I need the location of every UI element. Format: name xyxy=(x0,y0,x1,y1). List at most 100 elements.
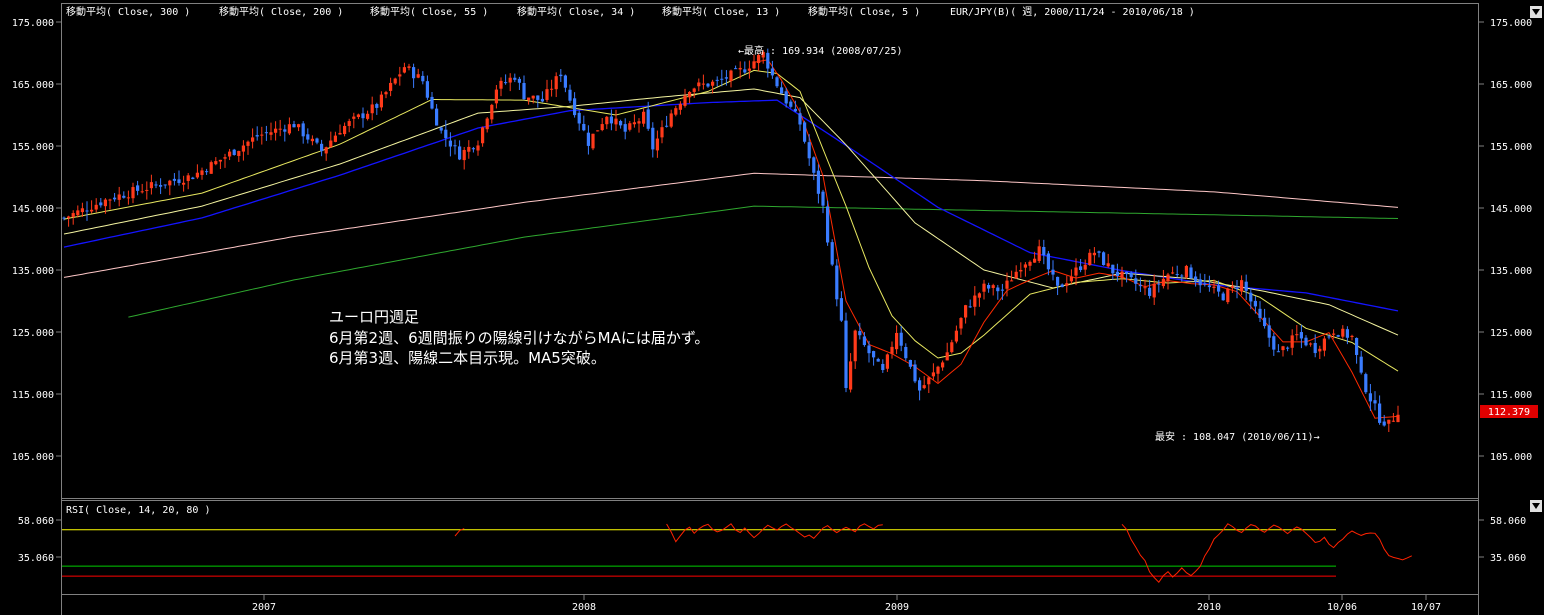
y-tick-label: 165.000 xyxy=(1490,80,1532,91)
main-panel-frame xyxy=(61,3,1479,499)
candle-body xyxy=(839,298,843,321)
candle-body xyxy=(1148,287,1152,296)
candle-body xyxy=(715,79,719,81)
candle-body xyxy=(1244,281,1248,291)
rsi-tick-label: 58.060 xyxy=(18,516,54,527)
y-tick-label: 175.000 xyxy=(12,18,54,29)
candle-body xyxy=(1106,263,1110,267)
candle-body xyxy=(1382,421,1386,426)
candle-body xyxy=(1226,288,1230,303)
candle-body xyxy=(389,82,393,91)
candle-body xyxy=(1019,269,1023,272)
candle-body xyxy=(444,129,448,139)
candle-body xyxy=(508,77,512,83)
candle-body xyxy=(872,351,876,358)
candle-body xyxy=(186,175,190,181)
candle-body xyxy=(738,67,742,70)
legend-item: 移動平均( Close, 5 ) xyxy=(808,5,920,18)
candle-body xyxy=(540,98,544,102)
candle-body xyxy=(251,137,255,142)
candle-body xyxy=(122,195,126,198)
candle-body xyxy=(936,366,940,374)
candle-body xyxy=(614,118,618,125)
candle-body xyxy=(1253,300,1257,307)
candle-body xyxy=(407,66,411,68)
legend-item: 移動平均( Close, 300 ) xyxy=(66,5,190,18)
candle-body xyxy=(821,191,825,206)
ma-line xyxy=(63,69,1399,372)
candle-body xyxy=(94,204,98,210)
x-tick-label: 2010 xyxy=(1197,602,1221,613)
candle-body xyxy=(1194,276,1198,282)
candle-body xyxy=(1249,292,1253,302)
candle-body xyxy=(264,132,268,134)
candle-body xyxy=(835,265,839,300)
candle-body xyxy=(724,77,728,79)
candle-body xyxy=(458,146,462,160)
candle-body xyxy=(1396,414,1400,423)
candle-body xyxy=(1240,280,1244,292)
y-tick-label: 115.000 xyxy=(1490,390,1532,401)
candle-body xyxy=(527,97,531,101)
candle-body xyxy=(1332,333,1336,335)
candle-body xyxy=(950,342,954,353)
rsi-tick-label: 35.060 xyxy=(18,553,54,564)
candle-body xyxy=(80,208,84,213)
candle-body xyxy=(1276,351,1280,353)
candle-body xyxy=(770,68,774,76)
candle-body xyxy=(1060,284,1064,288)
candle-body xyxy=(329,140,333,147)
candle-body xyxy=(485,118,489,130)
candle-body xyxy=(283,129,287,132)
candle-body xyxy=(398,74,402,77)
candle-body xyxy=(274,128,278,133)
candle-body xyxy=(890,346,894,354)
candle-body xyxy=(1074,267,1078,276)
candle-body xyxy=(1207,285,1211,288)
candle-body xyxy=(1010,280,1014,282)
candle-body xyxy=(490,104,494,120)
candle-body xyxy=(545,89,549,100)
last-price-label: 112.379 xyxy=(1488,407,1530,418)
candle-body xyxy=(1111,264,1115,274)
rsi-panel-frame xyxy=(61,500,1479,595)
candle-body xyxy=(642,111,646,124)
candle-body xyxy=(333,135,337,142)
candle-body xyxy=(628,123,632,130)
candle-body xyxy=(669,113,673,127)
candle-body xyxy=(973,295,977,307)
candle-body xyxy=(1042,246,1046,256)
candle-body xyxy=(977,293,981,298)
candle-body xyxy=(430,96,434,109)
candle-body xyxy=(655,138,659,151)
y-tick-label: 175.000 xyxy=(1490,18,1532,29)
candle-body xyxy=(310,138,314,142)
candle-body xyxy=(1005,280,1009,289)
candle-body xyxy=(807,142,811,159)
candle-body xyxy=(697,82,701,87)
candle-body xyxy=(591,133,595,149)
candle-body xyxy=(600,124,604,131)
candle-body xyxy=(734,68,738,70)
candle-body xyxy=(1000,289,1004,291)
candle-body xyxy=(927,377,931,385)
candle-body xyxy=(499,80,503,89)
candle-body xyxy=(214,161,218,165)
candle-body xyxy=(959,318,963,329)
candle-body xyxy=(1368,393,1372,402)
candle-body xyxy=(195,172,199,178)
candle-body xyxy=(573,98,577,116)
x-tick-label: 10/07 xyxy=(1411,602,1441,613)
candle-body xyxy=(968,306,972,308)
candle-body xyxy=(136,185,140,191)
candle-body xyxy=(241,145,245,152)
candle-body xyxy=(803,122,807,142)
candle-body xyxy=(1267,325,1271,338)
annotation-line-2: 6月第2週、6週間振りの陽線引けながらMAには届かず。 xyxy=(329,329,709,347)
candle-body xyxy=(462,149,466,161)
candle-body xyxy=(1359,356,1363,373)
candle-body xyxy=(1341,328,1345,337)
candle-body xyxy=(1166,274,1170,282)
candle-body xyxy=(168,180,172,186)
candle-body xyxy=(665,125,669,127)
